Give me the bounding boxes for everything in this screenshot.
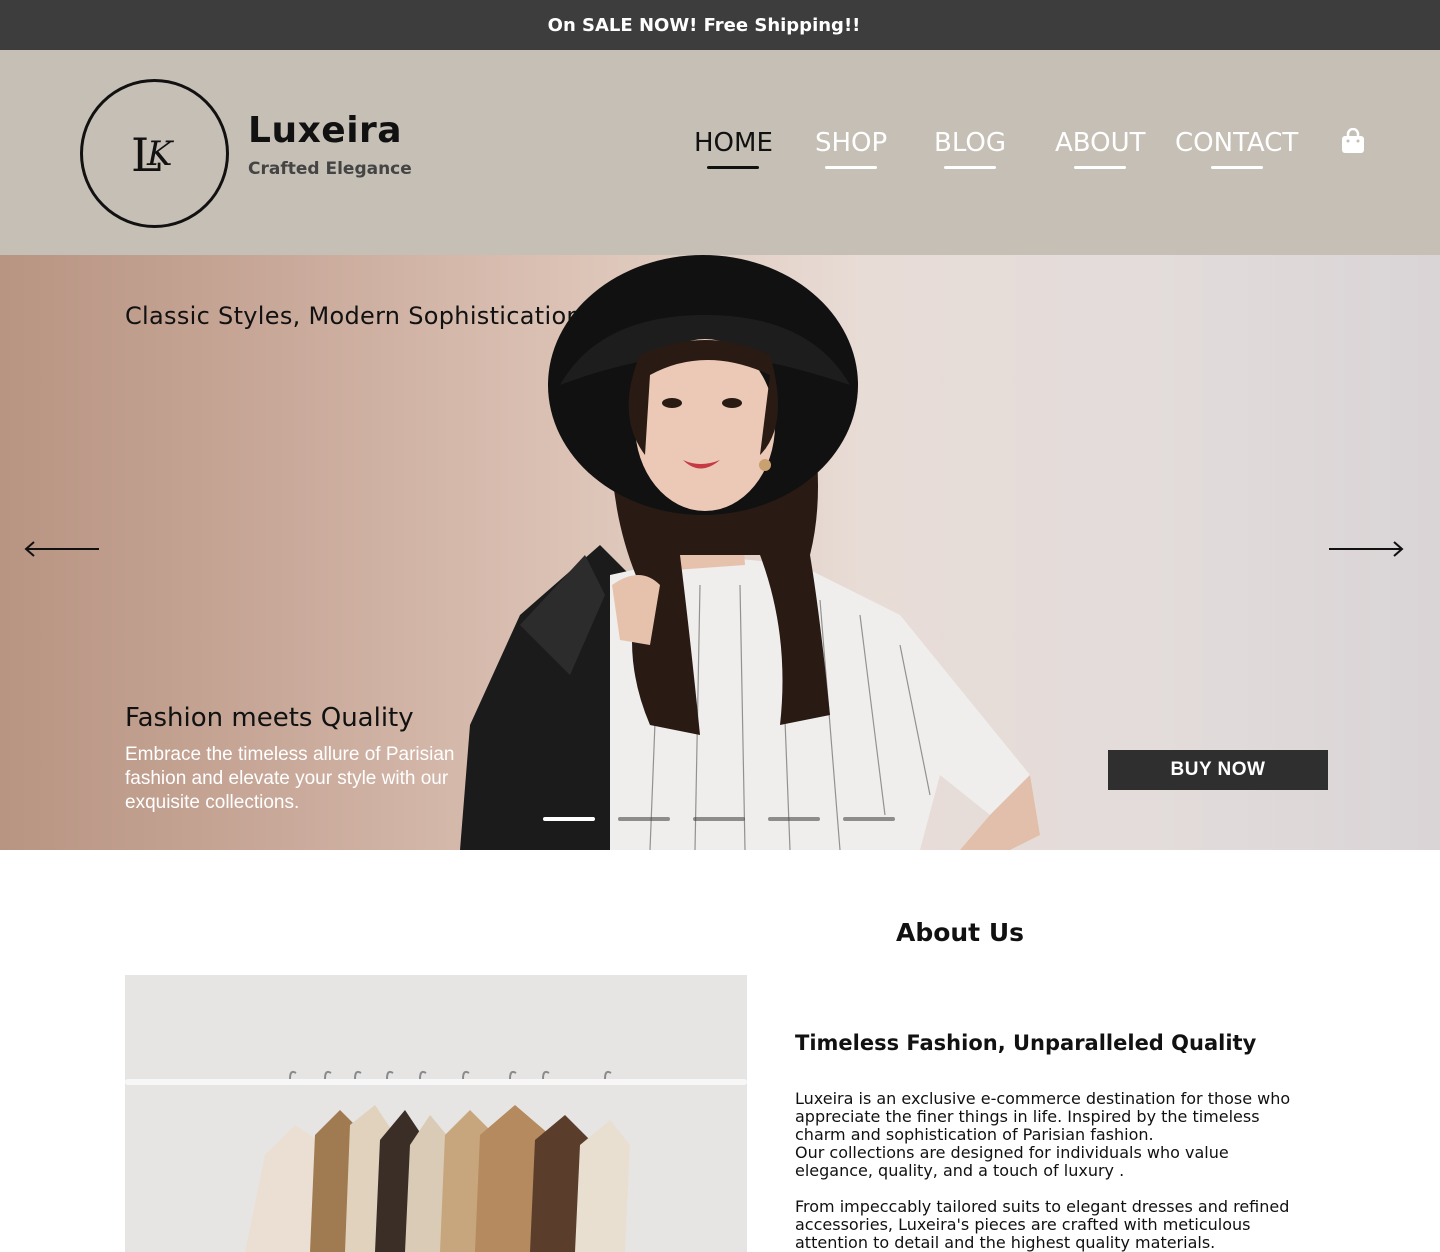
carousel-dot[interactable] — [693, 817, 745, 821]
nav-underline — [707, 166, 760, 169]
about-paragraph-line: Our collections are designed for individ… — [795, 1143, 1229, 1180]
about-title: About Us — [895, 918, 1025, 947]
buy-now-button[interactable]: BUY NOW — [1108, 750, 1328, 790]
promo-bar: On SALE NOW! Free Shipping!! — [0, 0, 1440, 50]
arrow-right-icon[interactable] — [1328, 540, 1404, 558]
about-heading: Timeless Fashion, Unparalleled Quality — [795, 1031, 1257, 1055]
nav-item-blog[interactable]: BLOG — [934, 128, 1007, 169]
clothing-rack-image — [125, 975, 747, 1252]
carousel-dot[interactable] — [543, 817, 595, 821]
main-nav: HOME SHOP BLOG ABOUT CONTACT — [0, 128, 1440, 178]
carousel-dot[interactable] — [768, 817, 820, 821]
hero-heading: Classic Styles, Modern Sophistication — [125, 302, 582, 330]
promo-text: On SALE NOW! Free Shipping!! — [547, 14, 861, 36]
shopping-bag-icon[interactable] — [1340, 128, 1366, 154]
hero-description: Embrace the timeless allure of Parisian … — [125, 744, 455, 813]
nav-item-label: CONTACT — [1175, 128, 1299, 158]
hero-subheading: Fashion meets Quality — [125, 703, 414, 733]
about-text: Luxeira is an exclusive e-commerce desti… — [795, 1090, 1305, 1252]
nav-item-label: BLOG — [934, 128, 1007, 158]
nav-item-home[interactable]: HOME — [694, 128, 773, 169]
about-paragraph-line: Luxeira is an exclusive e-commerce desti… — [795, 1089, 1291, 1144]
nav-item-label: ABOUT — [1055, 128, 1146, 158]
hero-carousel: Classic Styles, Modern Sophistication Fa… — [0, 255, 1440, 850]
nav-underline — [1074, 166, 1127, 169]
nav-item-label: SHOP — [815, 128, 888, 158]
nav-item-contact[interactable]: CONTACT — [1175, 128, 1299, 169]
arrow-left-icon[interactable] — [24, 540, 100, 558]
carousel-dot[interactable] — [843, 817, 895, 821]
site-header: L K Luxeira Crafted Elegance HOME SHOP B… — [0, 50, 1440, 255]
nav-underline — [825, 166, 878, 169]
carousel-dot[interactable] — [618, 817, 670, 821]
nav-item-shop[interactable]: SHOP — [815, 128, 888, 169]
nav-underline — [1210, 166, 1263, 169]
nav-item-label: HOME — [694, 128, 773, 158]
about-paragraph: Luxeira is an exclusive e-commerce desti… — [795, 1090, 1305, 1180]
about-paragraph: From impeccably tailored suits to elegan… — [795, 1197, 1290, 1252]
nav-item-about[interactable]: ABOUT — [1055, 128, 1146, 169]
nav-underline — [944, 166, 996, 169]
